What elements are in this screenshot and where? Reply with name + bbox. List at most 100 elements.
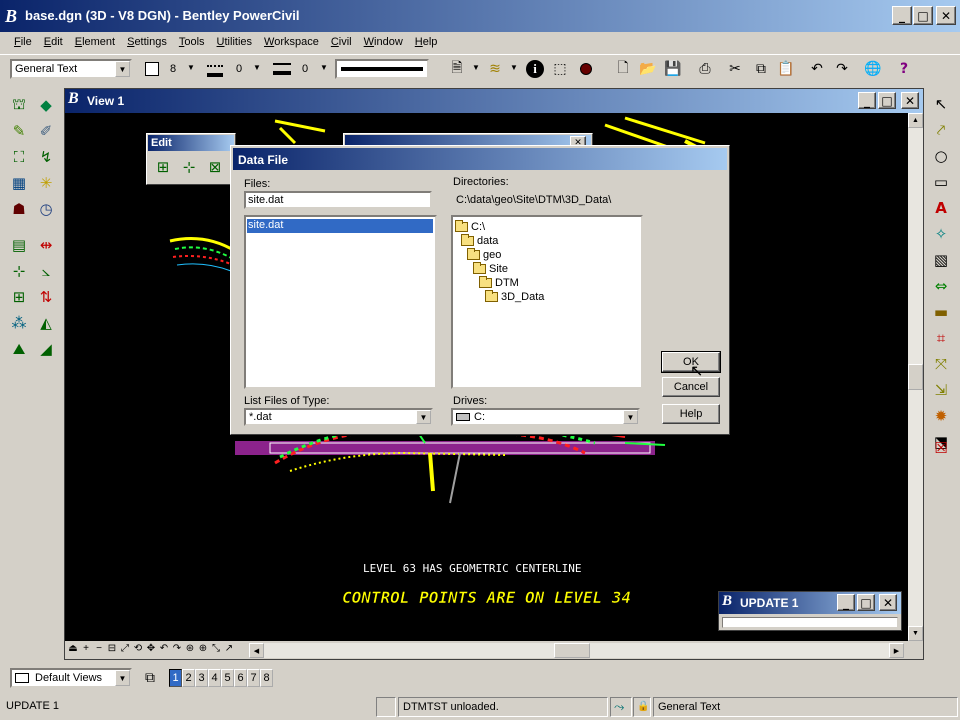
chevron-down-icon[interactable]: ▼ xyxy=(320,63,328,72)
window-arrange-icon[interactable]: ⧉ xyxy=(139,667,161,689)
scroll-thumb[interactable] xyxy=(554,643,590,658)
view-toggle-2[interactable]: 2 xyxy=(182,669,195,687)
triangle-tool-icon[interactable]: ◭ xyxy=(33,311,59,335)
menu-file[interactable]: File xyxy=(14,36,32,48)
pattern-icon[interactable]: ▧ xyxy=(928,248,954,272)
place-smartline-icon[interactable]: ⤤ xyxy=(928,118,954,142)
scroll-left-icon[interactable]: ◀ xyxy=(249,643,264,658)
file-list[interactable]: site.dat xyxy=(244,215,437,389)
view-next-icon[interactable]: ↷ xyxy=(171,643,183,657)
undo-icon[interactable]: ↶ xyxy=(806,58,828,80)
scale-icon[interactable]: ⇲ xyxy=(928,378,954,402)
record-icon[interactable] xyxy=(575,58,597,80)
scroll-up-icon[interactable]: ▲ xyxy=(908,113,923,128)
line-style-icon[interactable] xyxy=(204,58,226,80)
layers-icon[interactable]: ≋ xyxy=(484,58,506,80)
curve-tool-icon[interactable]: ↯ xyxy=(33,145,59,169)
vertical-scrollbar[interactable]: ▲ ▼ xyxy=(908,113,923,641)
directory-item[interactable]: DTM xyxy=(479,276,519,289)
menu-tools[interactable]: Tools xyxy=(179,36,205,48)
clock-tool-icon[interactable]: ◷ xyxy=(33,197,59,221)
view-toggle-8[interactable]: 8 xyxy=(260,669,273,687)
menu-help[interactable]: Help xyxy=(415,36,438,48)
line-preview-field[interactable] xyxy=(335,59,429,79)
file-name-input[interactable]: site.dat xyxy=(244,191,432,209)
camera-icon[interactable]: ⊕ xyxy=(197,643,209,657)
window-area-icon[interactable]: ⊟ xyxy=(106,643,118,657)
view-previous-icon[interactable]: ↶ xyxy=(158,643,170,657)
chevron-down-icon[interactable]: ▼ xyxy=(187,63,195,72)
copy-view-icon[interactable]: ⊛ xyxy=(184,643,196,657)
menu-element[interactable]: Element xyxy=(75,36,115,48)
pan-view-icon[interactable]: ✥ xyxy=(145,643,157,657)
select-box-icon[interactable]: ⬚ xyxy=(549,58,571,80)
text-icon[interactable]: A xyxy=(928,196,954,220)
scroll-right-icon[interactable]: ▶ xyxy=(889,643,904,658)
survey-tool-icon[interactable]: ⛫ xyxy=(6,93,32,117)
new-file-icon[interactable]: 🗋 xyxy=(612,58,634,80)
menu-edit[interactable]: Edit xyxy=(44,36,63,48)
copy-icon[interactable]: ⧉ xyxy=(750,58,772,80)
building-tool-icon[interactable]: ▦ xyxy=(6,171,32,195)
horizontal-scrollbar[interactable]: ◀ ▶ xyxy=(249,643,904,658)
pointer-icon[interactable]: ↖ xyxy=(928,92,954,116)
help-icon[interactable]: ? xyxy=(893,58,915,80)
view-toggle-5[interactable]: 5 xyxy=(221,669,234,687)
scroll-thumb[interactable] xyxy=(908,364,923,390)
network-tool-icon[interactable]: ⁂ xyxy=(6,311,32,335)
help-button[interactable]: Help xyxy=(662,404,720,424)
update-minimize-button[interactable]: _ xyxy=(837,594,855,611)
split-tool-icon[interactable]: ⇹ xyxy=(33,233,59,257)
pointer-icon[interactable]: ↗ xyxy=(223,643,235,657)
angle-tool-icon[interactable]: ⦣ xyxy=(33,259,59,283)
update-maximize-button[interactable]: □ xyxy=(857,594,875,611)
globe-icon[interactable]: 🌐 xyxy=(862,58,884,80)
terrain-tool-icon[interactable]: ◆ xyxy=(33,93,59,117)
file-type-combo[interactable]: *.dat ▼ xyxy=(244,408,433,426)
menu-civil[interactable]: Civil xyxy=(331,36,352,48)
close-button[interactable]: ✕ xyxy=(936,6,956,25)
directory-list[interactable]: C:\ data geo Site DTM 3D_Data xyxy=(451,215,643,389)
edit-tool-icon[interactable]: ✎ xyxy=(6,119,32,143)
paste-icon[interactable]: 📋 xyxy=(775,58,797,80)
file-list-item[interactable]: site.dat xyxy=(247,219,433,233)
profile-tool-icon[interactable]: ⛶ xyxy=(6,145,32,169)
edit-tool-icon[interactable]: ⊹ xyxy=(177,155,201,179)
directory-item[interactable]: 3D_Data xyxy=(485,290,544,303)
directory-item[interactable]: C:\ xyxy=(455,220,485,233)
view-toggle-6[interactable]: 6 xyxy=(234,669,247,687)
zoom-out-icon[interactable]: − xyxy=(93,643,105,657)
view-toggle-7[interactable]: 7 xyxy=(247,669,260,687)
drive-combo[interactable]: C: ▼ xyxy=(451,408,640,426)
info-icon[interactable]: i xyxy=(524,58,546,80)
arrows-tool-icon[interactable]: ⇅ xyxy=(33,285,59,309)
menu-window[interactable]: Window xyxy=(364,36,403,48)
snap-icon[interactable]: ⤳ xyxy=(610,697,632,717)
line-weight-icon[interactable] xyxy=(271,58,293,80)
save-icon[interactable]: 💾 xyxy=(662,58,684,80)
people-tool-icon[interactable]: ☗ xyxy=(6,197,32,221)
chevron-down-icon[interactable]: ▼ xyxy=(623,410,638,424)
fit-view-icon[interactable]: ⤢ xyxy=(119,643,131,657)
slope-tool-icon[interactable]: ◢ xyxy=(33,337,59,361)
view-close-button[interactable]: ✕ xyxy=(901,92,919,109)
chevron-down-icon[interactable]: ▼ xyxy=(253,63,261,72)
directory-item[interactable]: Site xyxy=(473,262,508,275)
update-view-icon[interactable]: ⏏ xyxy=(67,643,79,657)
cut-icon[interactable]: ✂ xyxy=(724,58,746,80)
document-icon[interactable]: 🗎 xyxy=(446,58,468,80)
table-tool-icon[interactable]: ▤ xyxy=(6,233,32,257)
color-swatch-icon[interactable] xyxy=(141,58,163,80)
move-icon[interactable]: ⤧ xyxy=(928,352,954,376)
circle-icon[interactable]: ○ xyxy=(928,144,954,168)
maximize-button[interactable]: □ xyxy=(913,6,933,25)
edit-tool-icon[interactable]: ⊞ xyxy=(151,155,175,179)
walk-icon[interactable]: ⤡ xyxy=(210,643,222,657)
view-maximize-button[interactable]: □ xyxy=(878,92,896,109)
mountain-tool-icon[interactable]: ⛰ xyxy=(6,337,32,361)
chevron-down-icon[interactable]: ▼ xyxy=(472,63,480,72)
chevron-down-icon[interactable]: ▼ xyxy=(115,61,130,77)
text-style-combo[interactable]: General Text ▼ xyxy=(10,59,132,79)
chevron-down-icon[interactable]: ▼ xyxy=(510,63,518,72)
print-icon[interactable]: ⎙ xyxy=(694,58,716,80)
